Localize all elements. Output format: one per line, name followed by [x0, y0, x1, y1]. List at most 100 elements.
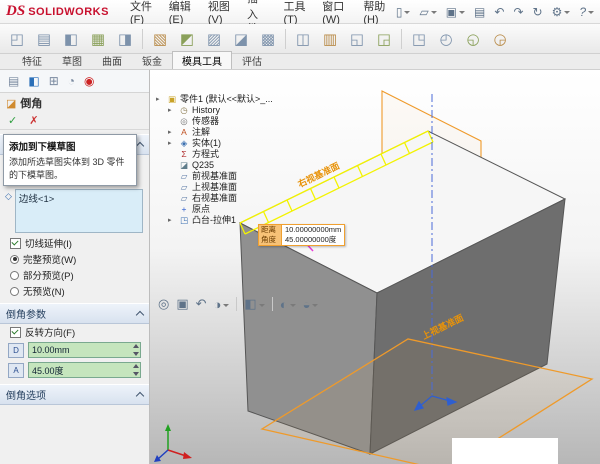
tangent-propagation-checkbox[interactable]: 切线延伸(I) — [0, 235, 149, 251]
full-preview-radio[interactable]: 完整预览(W) — [0, 251, 149, 267]
featuremanager-tab-icon[interactable]: ▤ — [8, 74, 19, 88]
callout-value-angle[interactable]: 45.00000000度 — [282, 235, 339, 245]
distance-input[interactable]: 10.00mm — [28, 342, 141, 358]
hole-wizard-icon[interactable]: ◩ — [175, 27, 199, 51]
radio-icon[interactable] — [10, 287, 19, 296]
displaymanager-tab-icon[interactable]: ◉ — [84, 74, 94, 88]
chamfer-icon[interactable]: ◫ — [291, 27, 315, 51]
callout-label-distance: 距离 — [259, 225, 282, 235]
open-document-icon[interactable]: ▱ — [419, 5, 436, 19]
save-icon[interactable]: ▣ — [446, 5, 465, 19]
propertymanager-tab-icon[interactable]: ◧ — [28, 74, 39, 88]
print-icon[interactable]: ▤ — [474, 5, 485, 19]
previous-view-icon[interactable]: ↶ — [196, 296, 207, 312]
linear-pattern-icon[interactable]: ▥ — [318, 27, 342, 51]
tree-item-material[interactable]: ◪ Q235 — [168, 160, 273, 171]
chamfer-feature-icon: ◪ — [6, 97, 16, 110]
tab-sketch[interactable]: 草图 — [52, 51, 92, 69]
tree-item-origin[interactable]: + 原点 — [168, 204, 273, 215]
new-document-icon[interactable]: ▯ — [396, 5, 411, 19]
tab-features[interactable]: 特征 — [12, 51, 52, 69]
revolved-cut-icon[interactable]: ▨ — [202, 27, 226, 51]
spinner[interactable] — [133, 344, 139, 356]
tree-item-solid-bodies[interactable]: ▸ ◈ 实体(1) — [168, 138, 273, 149]
spinner[interactable] — [133, 364, 139, 376]
items-to-chamfer-listbox[interactable]: 边线<1> — [15, 189, 143, 233]
configurationmanager-tab-icon[interactable]: ⊞ — [49, 74, 59, 88]
boss-extrude-icon: ◳ — [179, 215, 189, 226]
rebuild-icon[interactable]: ↻ — [533, 5, 543, 19]
zoom-fit-icon[interactable]: ◎ — [158, 296, 169, 312]
expand-arrow-icon[interactable]: ▸ — [156, 94, 164, 105]
graphics-viewport[interactable]: ◎ ▣ ↶ ◑ ◧ ◐ ◒ ● ▦ ◔ ↻ + ▸ ▣ — [150, 70, 600, 464]
redo-icon[interactable]: ↷ — [513, 5, 523, 19]
lofted-boss-icon[interactable]: ▦ — [86, 27, 110, 51]
draft-icon[interactable]: ◱ — [345, 27, 369, 51]
selected-edge-item[interactable]: 边线<1> — [19, 191, 139, 205]
command-tabs: 特征 草图 曲面 钣金 模具工具 评估 — [0, 54, 600, 70]
solidworks-window: DS SOLIDWORKS 文件(F) 编辑(E) 视图(V) 插入(I) 工具… — [0, 0, 600, 464]
tree-item-label: 右视基准面 — [192, 193, 237, 204]
view-orientation-icon[interactable]: ◧ — [244, 296, 264, 312]
callout-value-distance[interactable]: 10.00000000mm — [282, 225, 344, 235]
no-preview-radio[interactable]: 无预览(N) — [0, 283, 149, 299]
tab-evaluate[interactable]: 评估 — [232, 51, 272, 69]
fillet-icon[interactable]: ▩ — [256, 27, 280, 51]
section-chamfer-parameters[interactable]: 倒角参数 — [0, 303, 149, 324]
radio-icon[interactable] — [10, 255, 19, 264]
expand-arrow-icon[interactable]: ▸ — [168, 127, 176, 138]
tree-item-front-plane[interactable]: ▱ 前视基准面 — [168, 171, 273, 182]
confirm-bar: ✓ ✗ — [0, 113, 149, 130]
wrap-icon[interactable]: ◴ — [434, 27, 458, 51]
distance-param-icon: D — [8, 343, 24, 358]
tree-item-part[interactable]: ▸ ▣ 零件1 (默认<<默认>_... — [156, 94, 273, 105]
extruded-boss-icon[interactable]: ◰ — [5, 27, 29, 51]
ok-button[interactable]: ✓ — [8, 114, 17, 127]
angle-input[interactable]: 45.00度 — [28, 362, 141, 378]
mirror-icon[interactable]: ◵ — [461, 27, 485, 51]
partial-preview-radio[interactable]: 部分预览(P) — [0, 267, 149, 283]
plane-icon: ▱ — [179, 193, 189, 204]
swept-boss-icon[interactable]: ◧ — [59, 27, 83, 51]
tab-sheet-metal[interactable]: 钣金 — [132, 51, 172, 69]
tree-item-equations[interactable]: Σ 方程式 — [168, 149, 273, 160]
extruded-cut-icon[interactable]: ▧ — [148, 27, 172, 51]
equations-icon: Σ — [179, 149, 189, 160]
expand-arrow-icon[interactable]: ▸ — [168, 138, 176, 149]
help-icon[interactable]: ? — [579, 5, 594, 19]
dimxpertmanager-tab-icon[interactable]: ◔ — [68, 74, 75, 88]
tab-surfaces[interactable]: 曲面 — [92, 51, 132, 69]
undo-icon[interactable]: ↶ — [494, 5, 504, 19]
boundary-boss-icon[interactable]: ◨ — [113, 27, 137, 51]
swept-cut-icon[interactable]: ◪ — [229, 27, 253, 51]
tree-item-label: 方程式 — [192, 149, 219, 160]
flip-direction-checkbox[interactable]: 反转方向(F) — [0, 324, 149, 340]
tab-mold-tools[interactable]: 模具工具 — [172, 51, 232, 69]
revolved-boss-icon[interactable]: ▤ — [32, 27, 56, 51]
expand-arrow-icon[interactable]: ▸ — [168, 105, 176, 116]
rib-icon[interactable]: ◳ — [407, 27, 431, 51]
tree-item-label: 凸台-拉伸1 — [192, 215, 236, 226]
options-gear-icon[interactable]: ⚙ — [552, 5, 571, 19]
tree-item-label: 原点 — [192, 204, 210, 215]
section-view-icon[interactable]: ◑ — [214, 297, 230, 312]
tree-item-sensors[interactable]: ◎ 传感器 — [168, 116, 273, 127]
tree-item-top-plane[interactable]: ▱ 上视基准面 — [168, 182, 273, 193]
display-style-icon[interactable]: ◐ — [280, 297, 296, 312]
section-label: 倒角选项 — [6, 387, 46, 402]
radio-icon[interactable] — [10, 271, 19, 280]
section-chamfer-options[interactable]: 倒角选项 — [0, 384, 149, 405]
checkbox-icon[interactable] — [10, 327, 21, 338]
checkbox-icon[interactable] — [10, 238, 21, 249]
ribbon-separator — [285, 29, 286, 49]
reference-geometry-icon[interactable]: ◶ — [488, 27, 512, 51]
expand-arrow-icon[interactable]: ▸ — [168, 215, 176, 226]
shell-icon[interactable]: ◲ — [372, 27, 396, 51]
tree-item-annotations[interactable]: ▸ A 注解 — [168, 127, 273, 138]
tree-item-history[interactable]: ▸ ◷ History — [168, 105, 273, 116]
hide-show-items-icon[interactable]: ◒ — [303, 297, 319, 312]
zoom-to-area-icon[interactable]: ▣ — [176, 296, 188, 312]
edit-appearance-icon[interactable]: ● — [325, 72, 600, 464]
tree-item-right-plane[interactable]: ▱ 右视基准面 — [168, 193, 273, 204]
cancel-button[interactable]: ✗ — [29, 114, 38, 127]
